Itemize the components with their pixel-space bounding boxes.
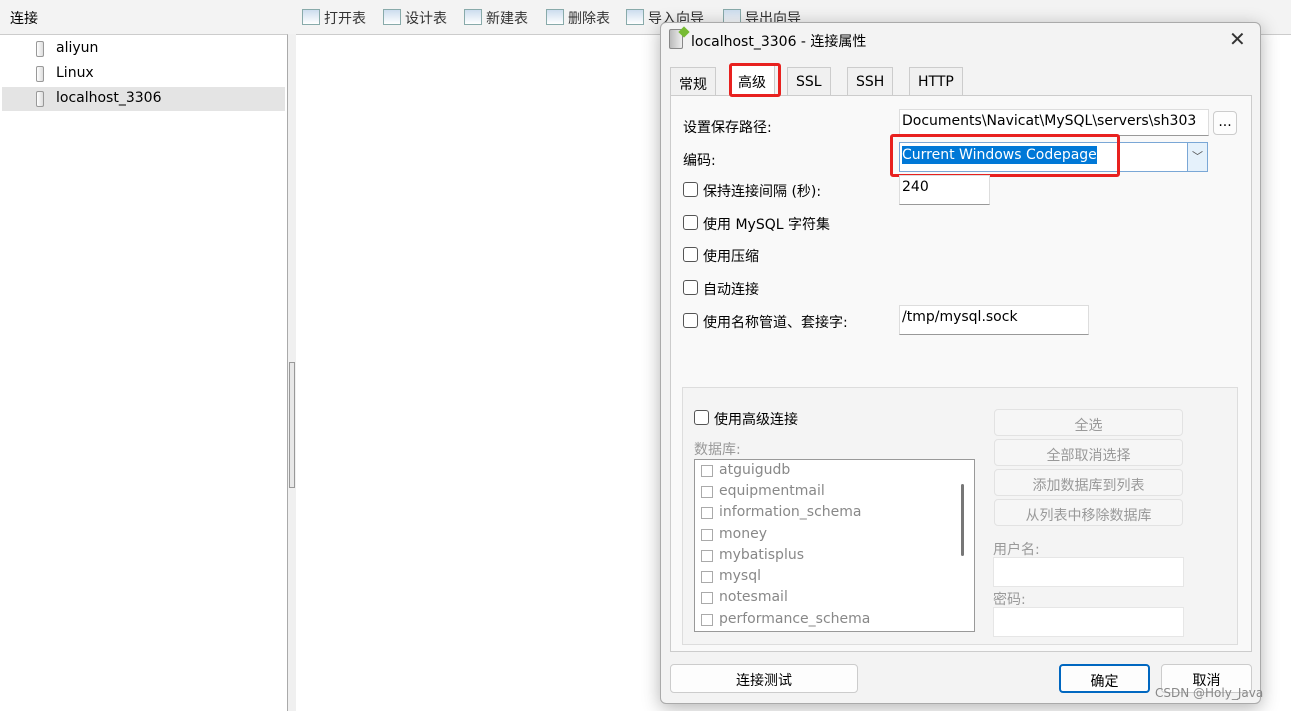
password-label: 密码: [993,592,1026,608]
database-item[interactable]: mybatisplus [701,547,804,563]
import-wizard-icon [626,9,644,25]
database-item[interactable]: mysql [701,568,761,584]
deselect-all-button[interactable]: 全部取消选择 [994,439,1183,466]
connection-tree[interactable]: aliyun Linux localhost_3306 [0,34,288,711]
username-label: 用户名: [993,542,1040,558]
open-table-icon [302,9,320,25]
save-path-label: 设置保存路径: [683,120,772,136]
tab-general[interactable]: 常规 [670,67,716,95]
database-item[interactable]: atguigudb [701,462,790,478]
database-item[interactable]: information_schema [701,504,862,520]
database-item[interactable]: notesmail [701,589,788,605]
named-pipe-input[interactable]: /tmp/mysql.sock [899,305,1089,335]
connections-header: 连接 [0,0,296,34]
browse-button[interactable]: ... [1213,111,1237,135]
use-compression-checkbox[interactable] [683,247,698,262]
new-table-icon [464,9,482,25]
connection-label: localhost_3306 [56,90,162,106]
ok-button[interactable]: 确定 [1059,664,1150,693]
highlight-box [890,134,1120,177]
design-table-button[interactable]: 设计表 [383,8,447,28]
watermark: CSDN @Holy_Java [1155,686,1264,700]
connection-label: aliyun [56,40,99,56]
database-item[interactable]: money [701,526,767,542]
keepalive-input[interactable]: 240 [899,175,990,205]
dialog-title: localhost_3306 - 连接属性 [691,34,867,50]
connection-item-aliyun[interactable]: aliyun [2,37,285,61]
select-all-button[interactable]: 全选 [994,409,1183,436]
keepalive-checkbox[interactable] [683,182,698,197]
delete-table-icon [546,9,564,25]
database-icon [36,91,44,107]
delete-table-button[interactable]: 删除表 [546,8,610,28]
named-pipe-checkbox[interactable] [683,313,698,328]
close-icon[interactable]: ✕ [1229,27,1246,51]
database-item[interactable]: performance_schema [701,611,870,627]
database-icon [36,41,44,57]
chevron-down-icon[interactable]: ﹀ [1187,143,1207,171]
tab-ssl[interactable]: SSL [787,67,831,95]
databases-label: 数据库: [694,442,741,458]
database-icon [36,66,44,82]
auto-connect-checkbox[interactable] [683,280,698,295]
add-database-button[interactable]: 添加数据库到列表 [994,469,1183,496]
splitter-handle[interactable] [289,362,295,488]
design-table-icon [383,9,401,25]
use-advanced-checkbox[interactable] [694,410,709,425]
auto-connect-label: 自动连接 [703,282,759,298]
named-pipe-label: 使用名称管道、套接字: [703,315,848,331]
connection-item-linux[interactable]: Linux [2,62,285,86]
use-compression-label: 使用压缩 [703,249,759,265]
keepalive-label: 保持连接间隔 (秒): [703,184,822,200]
connection-label: Linux [56,65,94,81]
use-mysql-charset-label: 使用 MySQL 字符集 [703,217,830,233]
test-connection-button[interactable]: 连接测试 [670,664,858,693]
highlight-box [729,63,781,97]
database-item[interactable]: equipmentmail [701,483,825,499]
new-table-button[interactable]: 新建表 [464,8,528,28]
open-table-button[interactable]: 打开表 [302,8,366,28]
connection-icon [669,29,683,49]
username-input[interactable] [993,557,1184,587]
scrollbar-thumb[interactable] [961,484,964,556]
remove-database-button[interactable]: 从列表中移除数据库 [994,499,1183,526]
password-input[interactable] [993,607,1184,637]
connection-properties-dialog: localhost_3306 - 连接属性 ✕ 常规 高级 SSL SSH HT… [660,22,1261,704]
database-list[interactable]: atguigudb equipmentmail information_sche… [694,459,975,632]
tab-http[interactable]: HTTP [909,67,963,95]
encoding-label: 编码: [683,153,716,169]
connection-item-localhost[interactable]: localhost_3306 [2,87,285,111]
tab-ssh[interactable]: SSH [847,67,894,95]
use-mysql-charset-checkbox[interactable] [683,215,698,230]
use-advanced-label: 使用高级连接 [714,412,798,428]
save-path-input[interactable]: Documents\Navicat\MySQL\servers\sh303 [899,109,1209,136]
